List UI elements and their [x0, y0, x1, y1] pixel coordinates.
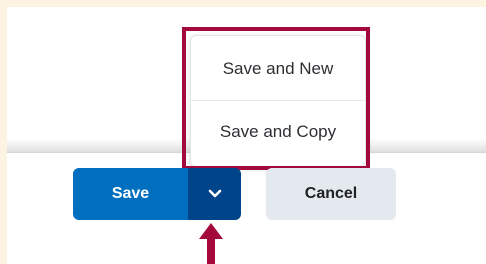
chevron-down-icon — [208, 189, 221, 198]
save-button-group: Save — [73, 168, 241, 220]
page-canvas: Save and New Save and Copy Save Cancel — [7, 7, 486, 264]
cancel-button[interactable]: Cancel — [266, 168, 396, 220]
save-button[interactable]: Save — [73, 168, 188, 220]
pointer-arrow-icon — [199, 223, 223, 264]
menu-highlight-box — [182, 27, 370, 170]
save-options-dropdown-button[interactable] — [188, 168, 241, 220]
